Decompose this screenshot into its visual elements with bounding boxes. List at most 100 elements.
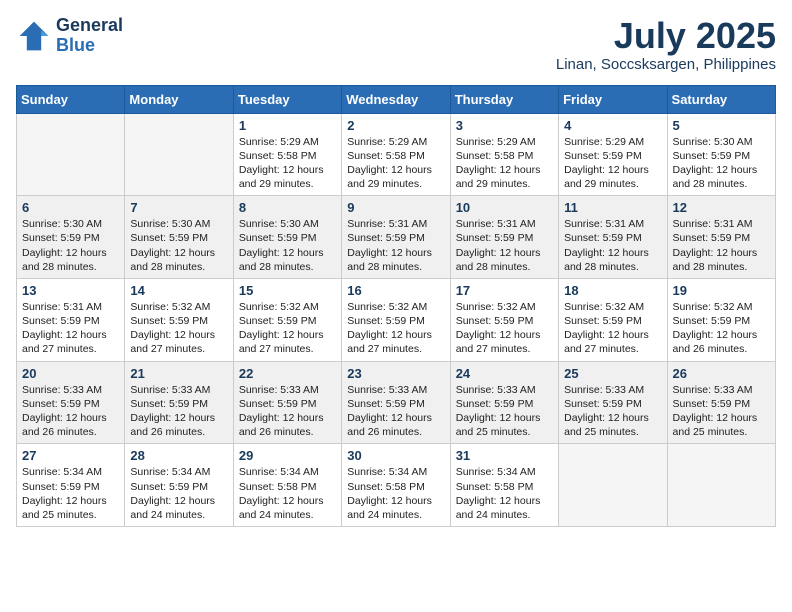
day-number: 11 [564, 200, 661, 215]
day-number: 8 [239, 200, 336, 215]
weekday-header-sunday: Sunday [17, 85, 125, 113]
cell-info: Sunrise: 5:29 AM Sunset: 5:58 PM Dayligh… [347, 135, 444, 192]
cell-info: Sunrise: 5:34 AM Sunset: 5:59 PM Dayligh… [22, 465, 119, 522]
day-number: 30 [347, 448, 444, 463]
day-number: 15 [239, 283, 336, 298]
logo: General Blue [16, 16, 123, 56]
cell-info: Sunrise: 5:30 AM Sunset: 5:59 PM Dayligh… [239, 217, 336, 274]
calendar-table: SundayMondayTuesdayWednesdayThursdayFrid… [16, 85, 776, 527]
calendar-cell: 18Sunrise: 5:32 AM Sunset: 5:59 PM Dayli… [559, 278, 667, 361]
calendar-cell: 9 Sunrise: 5:31 AM Sunset: 5:59 PM Daylig… [342, 196, 450, 279]
day-number: 10 [456, 200, 553, 215]
weekday-header-wednesday: Wednesday [342, 85, 450, 113]
weekday-header-friday: Friday [559, 85, 667, 113]
day-number: 9 [347, 200, 444, 215]
day-number: 1 [239, 118, 336, 133]
calendar-cell: 30 Sunrise: 5:34 AM Sunset: 5:58 PM Dayli… [342, 444, 450, 527]
calendar-cell: 19 Sunrise: 5:32 AM Sunset: 5:59 PM Dayli… [667, 278, 775, 361]
day-number: 25 [564, 366, 661, 381]
cell-info: Sunrise: 5:31 AM Sunset: 5:59 PM Dayligh… [22, 300, 119, 357]
logo-text: General Blue [56, 16, 123, 56]
day-number: 23 [347, 366, 444, 381]
calendar-cell [559, 444, 667, 527]
cell-info: Sunrise: 5:33 AM Sunset: 5:59 PM Dayligh… [673, 383, 770, 440]
cell-info: Sunrise: 5:33 AM Sunset: 5:59 PM Dayligh… [130, 383, 227, 440]
day-number: 21 [130, 366, 227, 381]
day-number: 16 [347, 283, 444, 298]
calendar-cell: 21 Sunrise: 5:33 AM Sunset: 5:59 PM Dayli… [125, 361, 233, 444]
day-number: 26 [673, 366, 770, 381]
calendar-cell: 4 Sunrise: 5:29 AM Sunset: 5:59 PM Daylig… [559, 113, 667, 196]
day-number: 20 [22, 366, 119, 381]
day-number: 19 [673, 283, 770, 298]
cell-info: Sunrise: 5:29 AM Sunset: 5:59 PM Dayligh… [564, 135, 661, 192]
calendar-header-row: SundayMondayTuesdayWednesdayThursdayFrid… [17, 85, 776, 113]
day-number: 4 [564, 118, 661, 133]
cell-info: Sunrise: 5:29 AM Sunset: 5:58 PM Dayligh… [239, 135, 336, 192]
calendar-cell: 17 Sunrise: 5:32 AM Sunset: 5:59 PM Dayli… [450, 278, 558, 361]
cell-info: Sunrise: 5:30 AM Sunset: 5:59 PM Dayligh… [22, 217, 119, 274]
day-number: 22 [239, 366, 336, 381]
calendar-cell: 5 Sunrise: 5:30 AM Sunset: 5:59 PM Daylig… [667, 113, 775, 196]
calendar-cell: 31Sunrise: 5:34 AM Sunset: 5:58 PM Dayli… [450, 444, 558, 527]
day-number: 2 [347, 118, 444, 133]
calendar-cell: 8 Sunrise: 5:30 AM Sunset: 5:59 PM Daylig… [233, 196, 341, 279]
cell-info: Sunrise: 5:31 AM Sunset: 5:59 PM Dayligh… [456, 217, 553, 274]
cell-info: Sunrise: 5:33 AM Sunset: 5:59 PM Dayligh… [239, 383, 336, 440]
weekday-header-saturday: Saturday [667, 85, 775, 113]
calendar-week-row: 13 Sunrise: 5:31 AM Sunset: 5:59 PM Dayli… [17, 278, 776, 361]
cell-info: Sunrise: 5:32 AM Sunset: 5:59 PM Dayligh… [130, 300, 227, 357]
cell-info: Sunrise: 5:31 AM Sunset: 5:59 PM Dayligh… [347, 217, 444, 274]
day-number: 12 [673, 200, 770, 215]
day-number: 27 [22, 448, 119, 463]
cell-info: Sunrise: 5:32 AM Sunset: 5:59 PM Dayligh… [456, 300, 553, 357]
calendar-week-row: 1 Sunrise: 5:29 AM Sunset: 5:58 PM Daylig… [17, 113, 776, 196]
calendar-cell: 13 Sunrise: 5:31 AM Sunset: 5:59 PM Dayli… [17, 278, 125, 361]
day-number: 28 [130, 448, 227, 463]
calendar-cell: 12 Sunrise: 5:31 AM Sunset: 5:59 PM Dayli… [667, 196, 775, 279]
cell-info: Sunrise: 5:32 AM Sunset: 5:59 PM Dayligh… [673, 300, 770, 357]
calendar-cell: 26 Sunrise: 5:33 AM Sunset: 5:59 PM Dayli… [667, 361, 775, 444]
month-title: July 2025 [556, 16, 776, 56]
day-number: 31 [456, 448, 553, 463]
calendar-cell: 20 Sunrise: 5:33 AM Sunset: 5:59 PM Dayli… [17, 361, 125, 444]
calendar-cell: 11 Sunrise: 5:31 AM Sunset: 5:59 PM Dayli… [559, 196, 667, 279]
cell-info: Sunrise: 5:30 AM Sunset: 5:59 PM Dayligh… [130, 217, 227, 274]
cell-info: Sunrise: 5:34 AM Sunset: 5:58 PM Dayligh… [239, 465, 336, 522]
cell-info: Sunrise: 5:33 AM Sunset: 5:59 PM Dayligh… [456, 383, 553, 440]
calendar-cell: 28 Sunrise: 5:34 AM Sunset: 5:59 PM Dayli… [125, 444, 233, 527]
cell-info: Sunrise: 5:31 AM Sunset: 5:59 PM Dayligh… [564, 217, 661, 274]
calendar-cell: 7 Sunrise: 5:30 AM Sunset: 5:59 PM Daylig… [125, 196, 233, 279]
calendar-cell: 15Sunrise: 5:32 AM Sunset: 5:59 PM Dayli… [233, 278, 341, 361]
weekday-header-tuesday: Tuesday [233, 85, 341, 113]
calendar-cell: 23 Sunrise: 5:33 AM Sunset: 5:59 PM Dayli… [342, 361, 450, 444]
cell-info: Sunrise: 5:29 AM Sunset: 5:58 PM Dayligh… [456, 135, 553, 192]
day-number: 5 [673, 118, 770, 133]
day-number: 3 [456, 118, 553, 133]
calendar-cell [17, 113, 125, 196]
cell-info: Sunrise: 5:31 AM Sunset: 5:59 PM Dayligh… [673, 217, 770, 274]
title-block: July 2025 Linan, Soccsksargen, Philippin… [556, 16, 776, 73]
day-number: 7 [130, 200, 227, 215]
calendar-cell: 6Sunrise: 5:30 AM Sunset: 5:59 PM Daylig… [17, 196, 125, 279]
day-number: 17 [456, 283, 553, 298]
cell-info: Sunrise: 5:33 AM Sunset: 5:59 PM Dayligh… [564, 383, 661, 440]
cell-info: Sunrise: 5:33 AM Sunset: 5:59 PM Dayligh… [22, 383, 119, 440]
day-number: 13 [22, 283, 119, 298]
calendar-cell: 27 Sunrise: 5:34 AM Sunset: 5:59 PM Dayli… [17, 444, 125, 527]
calendar-week-row: 20 Sunrise: 5:33 AM Sunset: 5:59 PM Dayli… [17, 361, 776, 444]
cell-info: Sunrise: 5:33 AM Sunset: 5:59 PM Dayligh… [347, 383, 444, 440]
calendar-cell [125, 113, 233, 196]
calendar-cell: 16 Sunrise: 5:32 AM Sunset: 5:59 PM Dayli… [342, 278, 450, 361]
calendar-cell: 2 Sunrise: 5:29 AM Sunset: 5:58 PM Daylig… [342, 113, 450, 196]
day-number: 29 [239, 448, 336, 463]
day-number: 18 [564, 283, 661, 298]
logo-icon [16, 18, 52, 54]
cell-info: Sunrise: 5:30 AM Sunset: 5:59 PM Dayligh… [673, 135, 770, 192]
calendar-cell: 10 Sunrise: 5:31 AM Sunset: 5:59 PM Dayli… [450, 196, 558, 279]
cell-info: Sunrise: 5:34 AM Sunset: 5:59 PM Dayligh… [130, 465, 227, 522]
cell-info: Sunrise: 5:32 AM Sunset: 5:59 PM Dayligh… [347, 300, 444, 357]
location: Linan, Soccsksargen, Philippines [556, 56, 776, 73]
cell-info: Sunrise: 5:34 AM Sunset: 5:58 PM Dayligh… [347, 465, 444, 522]
calendar-cell: 29 Sunrise: 5:34 AM Sunset: 5:58 PM Dayli… [233, 444, 341, 527]
